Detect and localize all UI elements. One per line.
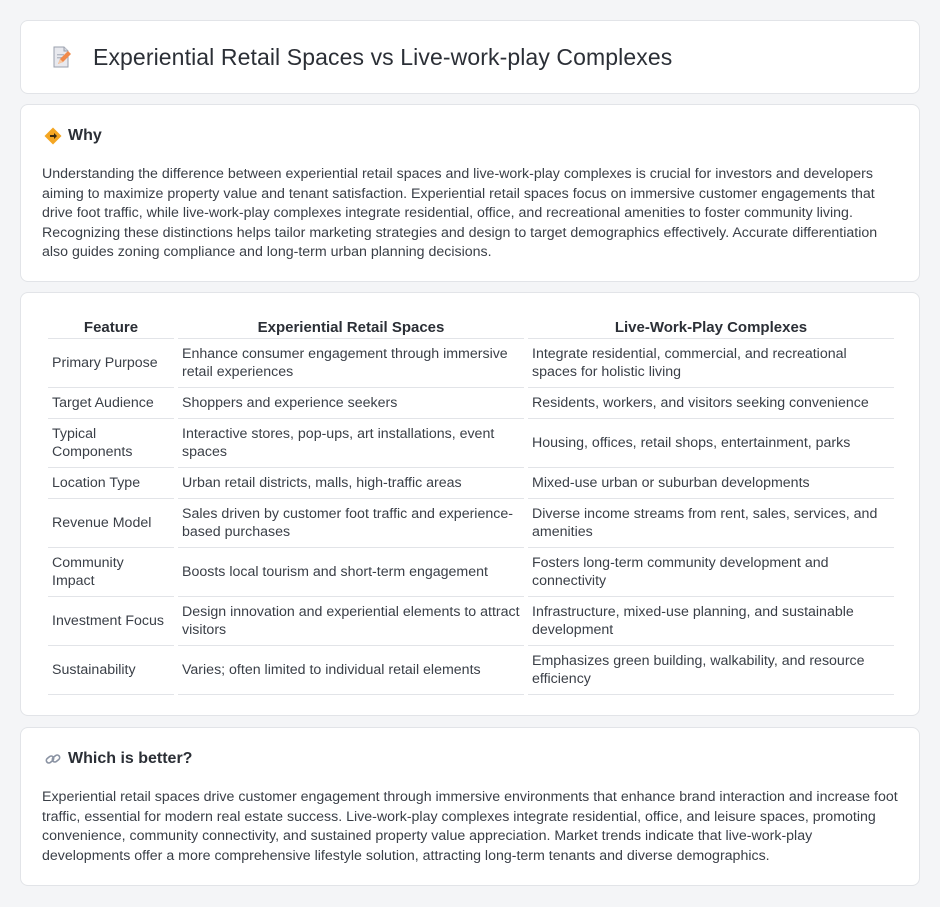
table-row: Location Type Urban retail districts, ma… <box>48 468 894 499</box>
feature-cell: Typical Components <box>48 419 174 468</box>
col-header-feature: Feature <box>48 317 174 339</box>
experiential-cell: Varies; often limited to individual reta… <box>178 646 524 695</box>
live-work-play-cell: Mixed-use urban or suburban developments <box>528 468 894 499</box>
experiential-cell: Shoppers and experience seekers <box>178 388 524 419</box>
which-better-heading: Which is better? <box>68 750 193 767</box>
table-row: Target Audience Shoppers and experience … <box>48 388 894 419</box>
live-work-play-cell: Integrate residential, commercial, and r… <box>528 339 894 388</box>
feature-cell: Community Impact <box>48 548 174 597</box>
experiential-cell: Boosts local tourism and short-term enga… <box>178 548 524 597</box>
live-work-play-cell: Diverse income streams from rent, sales,… <box>528 499 894 548</box>
feature-cell: Target Audience <box>48 388 174 419</box>
table-row: Sustainability Varies; often limited to … <box>48 646 894 695</box>
document-pencil-icon <box>48 44 74 70</box>
diamond-arrow-icon <box>44 127 62 145</box>
table-header-row: Feature Experiential Retail Spaces Live-… <box>48 317 894 339</box>
table-row: Typical Components Interactive stores, p… <box>48 419 894 468</box>
feature-cell: Primary Purpose <box>48 339 174 388</box>
which-better-section: Which is better? Experiential retail spa… <box>20 727 920 886</box>
link-icon <box>44 750 62 768</box>
live-work-play-cell: Emphasizes green building, walkability, … <box>528 646 894 695</box>
live-work-play-cell: Housing, offices, retail shops, entertai… <box>528 419 894 468</box>
col-header-live-work-play: Live-Work-Play Complexes <box>528 317 894 339</box>
table-row: Community Impact Boosts local tourism an… <box>48 548 894 597</box>
live-work-play-cell: Infrastructure, mixed-use planning, and … <box>528 597 894 646</box>
live-work-play-cell: Residents, workers, and visitors seeking… <box>528 388 894 419</box>
experiential-cell: Design innovation and experiential eleme… <box>178 597 524 646</box>
experiential-cell: Interactive stores, pop-ups, art install… <box>178 419 524 468</box>
which-better-text: Experiential retail spaces drive custome… <box>42 789 898 864</box>
feature-cell: Sustainability <box>48 646 174 695</box>
experiential-cell: Urban retail districts, malls, high-traf… <box>178 468 524 499</box>
comparison-table: Feature Experiential Retail Spaces Live-… <box>44 317 898 695</box>
col-header-experiential: Experiential Retail Spaces <box>178 317 524 339</box>
experiential-cell: Sales driven by customer foot traffic an… <box>178 499 524 548</box>
live-work-play-cell: Fosters long-term community development … <box>528 548 894 597</box>
table-row: Revenue Model Sales driven by customer f… <box>48 499 894 548</box>
comparison-card: Feature Experiential Retail Spaces Live-… <box>20 292 920 716</box>
title-card: Experiential Retail Spaces vs Live-work-… <box>20 20 920 94</box>
feature-cell: Location Type <box>48 468 174 499</box>
feature-cell: Revenue Model <box>48 499 174 548</box>
why-section: Why Understanding the difference between… <box>20 104 920 282</box>
table-row: Primary Purpose Enhance consumer engagem… <box>48 339 894 388</box>
table-row: Investment Focus Design innovation and e… <box>48 597 894 646</box>
feature-cell: Investment Focus <box>48 597 174 646</box>
page-title: Experiential Retail Spaces vs Live-work-… <box>93 43 673 70</box>
why-heading: Why <box>68 127 102 144</box>
experiential-cell: Enhance consumer engagement through imme… <box>178 339 524 388</box>
why-text: Understanding the difference between exp… <box>42 166 878 261</box>
